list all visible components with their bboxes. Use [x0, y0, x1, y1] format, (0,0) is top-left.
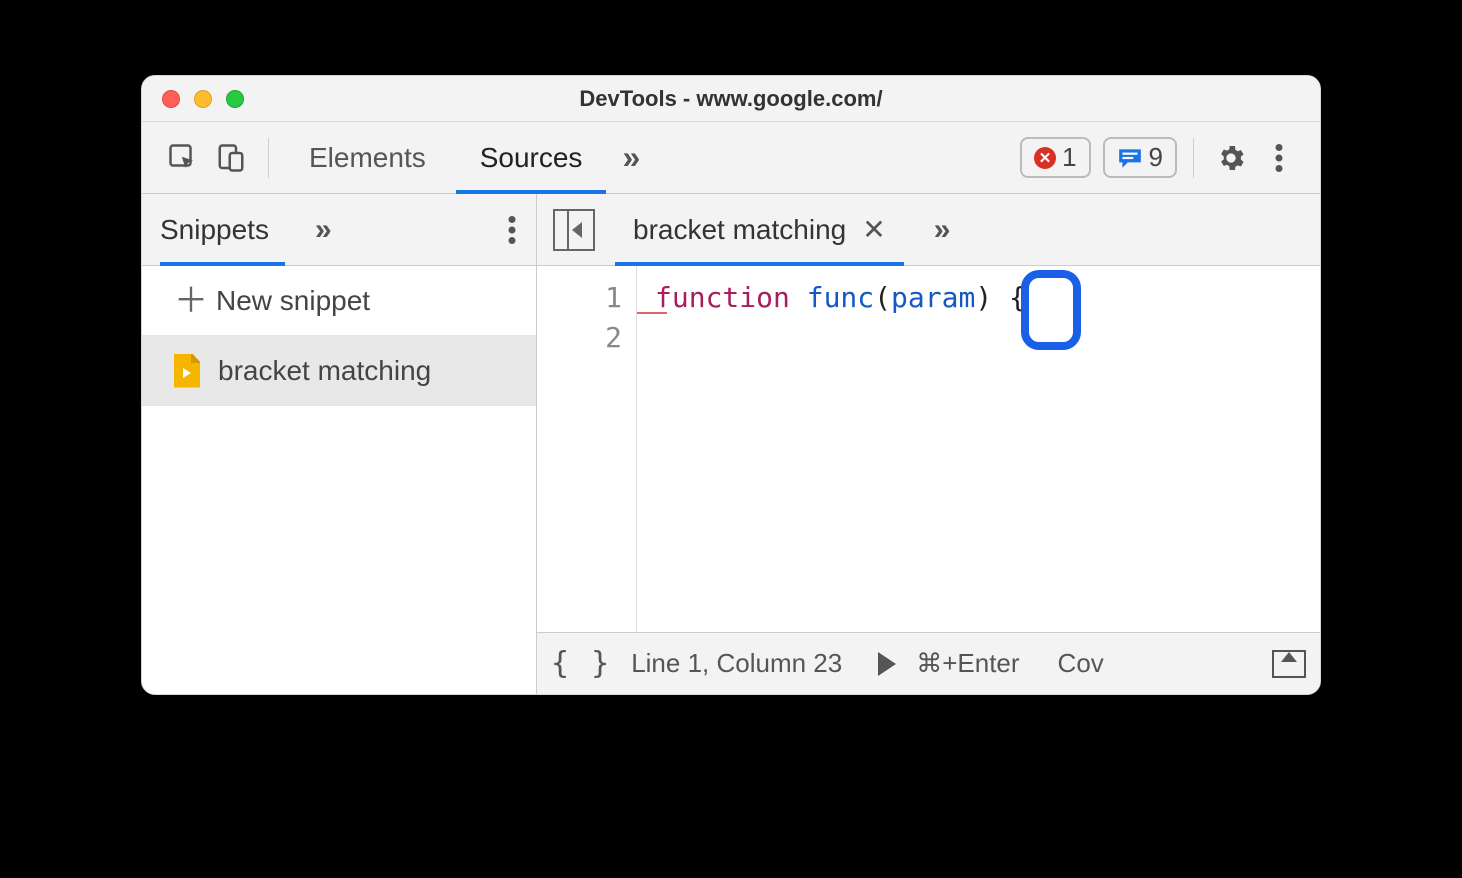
- divider: [268, 138, 269, 178]
- more-sidebar-tabs-icon[interactable]: »: [315, 213, 332, 247]
- code-editor[interactable]: 1 2 function func(param) {: [537, 266, 1320, 632]
- traffic-lights: [142, 90, 244, 108]
- line-gutter: 1 2: [537, 266, 637, 632]
- editor-tabs: bracket matching ✕ »: [537, 194, 1320, 266]
- editor-tab[interactable]: bracket matching ✕: [615, 194, 904, 266]
- new-snippet-label: New snippet: [216, 285, 370, 317]
- main-panel: Snippets » ＋ New snippet bracket matchin…: [142, 194, 1320, 694]
- new-snippet-button[interactable]: ＋ New snippet: [142, 266, 536, 336]
- snippet-item[interactable]: bracket matching: [142, 336, 536, 406]
- more-editor-tabs-icon[interactable]: »: [934, 213, 951, 247]
- zoom-window-button[interactable]: [226, 90, 244, 108]
- kebab-menu-icon[interactable]: [1258, 137, 1300, 179]
- editor-tab-label: bracket matching: [633, 214, 846, 246]
- close-window-button[interactable]: [162, 90, 180, 108]
- settings-icon[interactable]: [1210, 137, 1252, 179]
- inspect-element-icon[interactable]: [162, 137, 204, 179]
- messages-count: 9: [1149, 142, 1163, 173]
- tab-elements[interactable]: Elements: [285, 122, 450, 194]
- snippet-item-label: bracket matching: [218, 355, 431, 387]
- snippet-list: bracket matching: [142, 336, 536, 694]
- sidebar-tab-snippets[interactable]: Snippets: [160, 194, 285, 266]
- close-tab-icon[interactable]: ✕: [862, 213, 885, 246]
- sidebar-tabs: Snippets »: [142, 194, 536, 266]
- divider: [1193, 138, 1194, 178]
- coverage-label[interactable]: Cov: [1058, 648, 1104, 679]
- main-toolbar: Elements Sources » ✕ 1 9: [142, 122, 1320, 194]
- code-close-paren: ): [975, 281, 992, 314]
- error-underline: [637, 312, 667, 314]
- tab-sources[interactable]: Sources: [456, 122, 607, 194]
- code-funcname: func: [807, 281, 874, 314]
- sidebar: Snippets » ＋ New snippet bracket matchin…: [142, 194, 537, 694]
- run-icon[interactable]: [878, 652, 896, 676]
- more-tabs-icon[interactable]: »: [612, 139, 650, 176]
- line-number: 2: [537, 318, 622, 358]
- run-shortcut: ⌘+Enter: [916, 648, 1019, 679]
- sidebar-more-icon[interactable]: [508, 216, 516, 244]
- devtools-window: DevTools - www.google.com/ Elements Sour…: [141, 75, 1321, 695]
- messages-badge[interactable]: 9: [1103, 137, 1177, 178]
- minimize-window-button[interactable]: [194, 90, 212, 108]
- code-keyword: function: [655, 281, 790, 314]
- format-button[interactable]: { }: [551, 646, 611, 681]
- line-number: 1: [537, 278, 622, 318]
- drawer-toggle-icon[interactable]: [1272, 650, 1306, 678]
- annotation-highlight: [1021, 270, 1081, 350]
- editor-panel: bracket matching ✕ » 1 2 function func(p…: [537, 194, 1320, 694]
- snippet-file-icon: [174, 354, 200, 388]
- error-icon: ✕: [1034, 147, 1056, 169]
- device-toolbar-icon[interactable]: [210, 137, 252, 179]
- code-open-paren: (: [874, 281, 891, 314]
- plus-icon: ＋: [174, 284, 198, 318]
- code-space: [992, 281, 1009, 314]
- code-param: param: [891, 281, 975, 314]
- window-title: DevTools - www.google.com/: [142, 86, 1320, 112]
- cursor-position: Line 1, Column 23: [631, 648, 842, 679]
- editor-statusbar: { } Line 1, Column 23 ⌘+Enter Cov: [537, 632, 1320, 694]
- navigator-toggle-icon[interactable]: [553, 209, 595, 251]
- errors-count: 1: [1062, 142, 1076, 173]
- titlebar: DevTools - www.google.com/: [142, 76, 1320, 122]
- code-content: function func(param) {: [637, 266, 1026, 632]
- errors-badge[interactable]: ✕ 1: [1020, 137, 1090, 178]
- message-icon: [1117, 147, 1143, 169]
